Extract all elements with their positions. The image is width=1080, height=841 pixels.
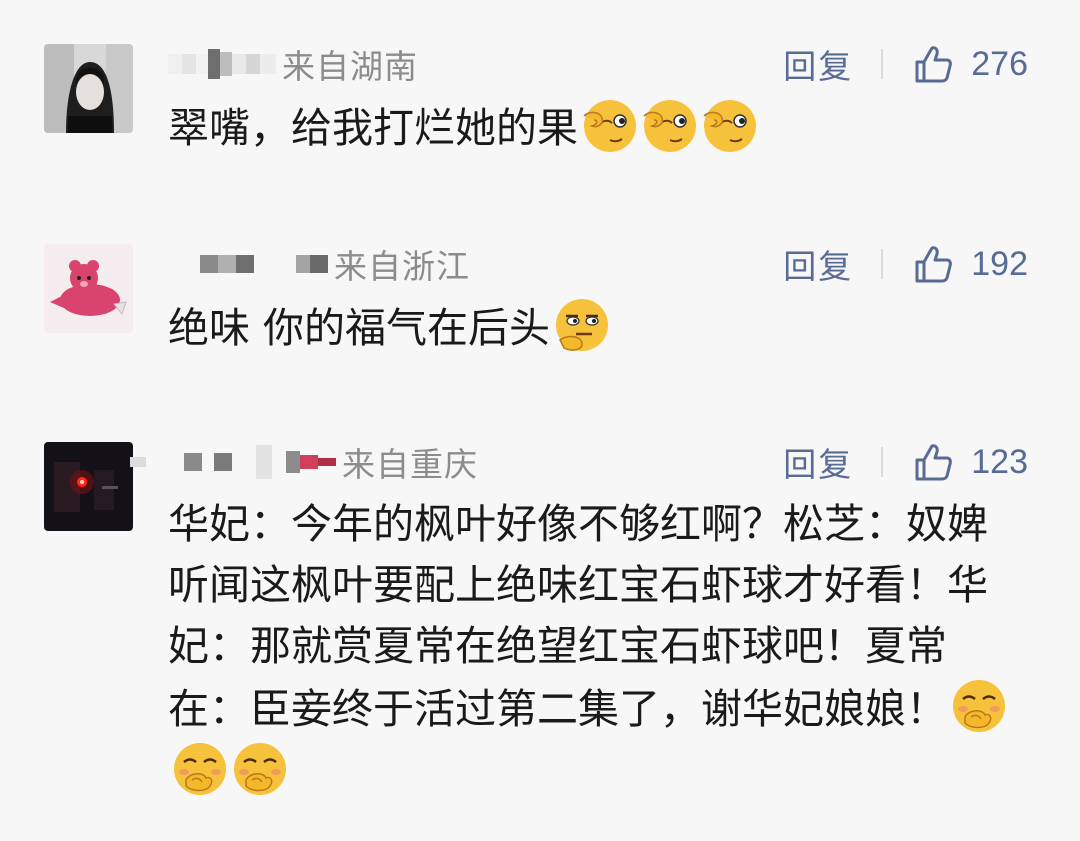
thumbs-up-icon[interactable] — [913, 244, 953, 284]
avatar-image — [44, 44, 133, 133]
comment-actions: 回复 123 — [783, 438, 1028, 486]
blurred-username[interactable] — [168, 49, 276, 79]
like-count: 123 — [971, 442, 1028, 481]
comment-header: 来自重庆 — [130, 440, 478, 484]
comment-text: 华妃：今年的枫叶好像不够红啊？松芝：奴婢听闻这枫叶要配上绝味红宝石虾球才好看！华… — [168, 494, 1010, 803]
avatar-image — [44, 244, 133, 333]
wink-ok-emoji — [640, 96, 698, 154]
location-label: 来自湖南 — [282, 47, 418, 86]
divider — [881, 249, 884, 279]
avatar[interactable] — [44, 44, 133, 133]
comment-header: 来自湖南 — [168, 42, 418, 86]
thumbs-up-icon[interactable] — [913, 442, 953, 482]
location-label: 来自浙江 — [334, 247, 470, 286]
avatar[interactable] — [44, 442, 133, 531]
comment-body: 绝味 你的福气在后头 — [168, 304, 551, 352]
blurred-username[interactable] — [200, 255, 328, 273]
reply-button[interactable]: 回复 — [783, 40, 853, 88]
avatar[interactable] — [44, 244, 133, 333]
avatar-image — [44, 442, 133, 531]
wink-ok-emoji — [700, 96, 758, 154]
reply-button[interactable]: 回复 — [783, 240, 853, 288]
like-count: 192 — [971, 244, 1028, 283]
wink-ok-emoji — [580, 96, 638, 154]
comment-header: 来自浙江 — [200, 242, 470, 286]
comment-body: 华妃：今年的枫叶好像不够红啊？松芝：奴婢听闻这枫叶要配上绝味红宝石虾球才好看！华… — [168, 500, 988, 733]
giggle-emoji — [949, 677, 1007, 735]
comment-actions: 回复 276 — [783, 40, 1028, 88]
thumbs-up-icon[interactable] — [913, 44, 953, 84]
comment-actions: 回复 192 — [783, 240, 1028, 288]
blurred-username[interactable] — [130, 445, 336, 479]
divider — [881, 447, 884, 477]
like-count: 276 — [971, 44, 1028, 83]
giggle-emoji — [230, 740, 288, 798]
comment-body: 翠嘴，给我打烂她的果 — [168, 104, 578, 152]
giggle-emoji — [170, 740, 228, 798]
comment-text: 翠嘴，给我打烂她的果 — [168, 96, 1010, 159]
smirk-thinking-emoji — [552, 296, 610, 354]
divider — [881, 49, 884, 79]
location-label: 来自重庆 — [342, 445, 478, 484]
reply-button[interactable]: 回复 — [783, 438, 853, 486]
comment-text: 绝味 你的福气在后头 — [168, 296, 1010, 359]
